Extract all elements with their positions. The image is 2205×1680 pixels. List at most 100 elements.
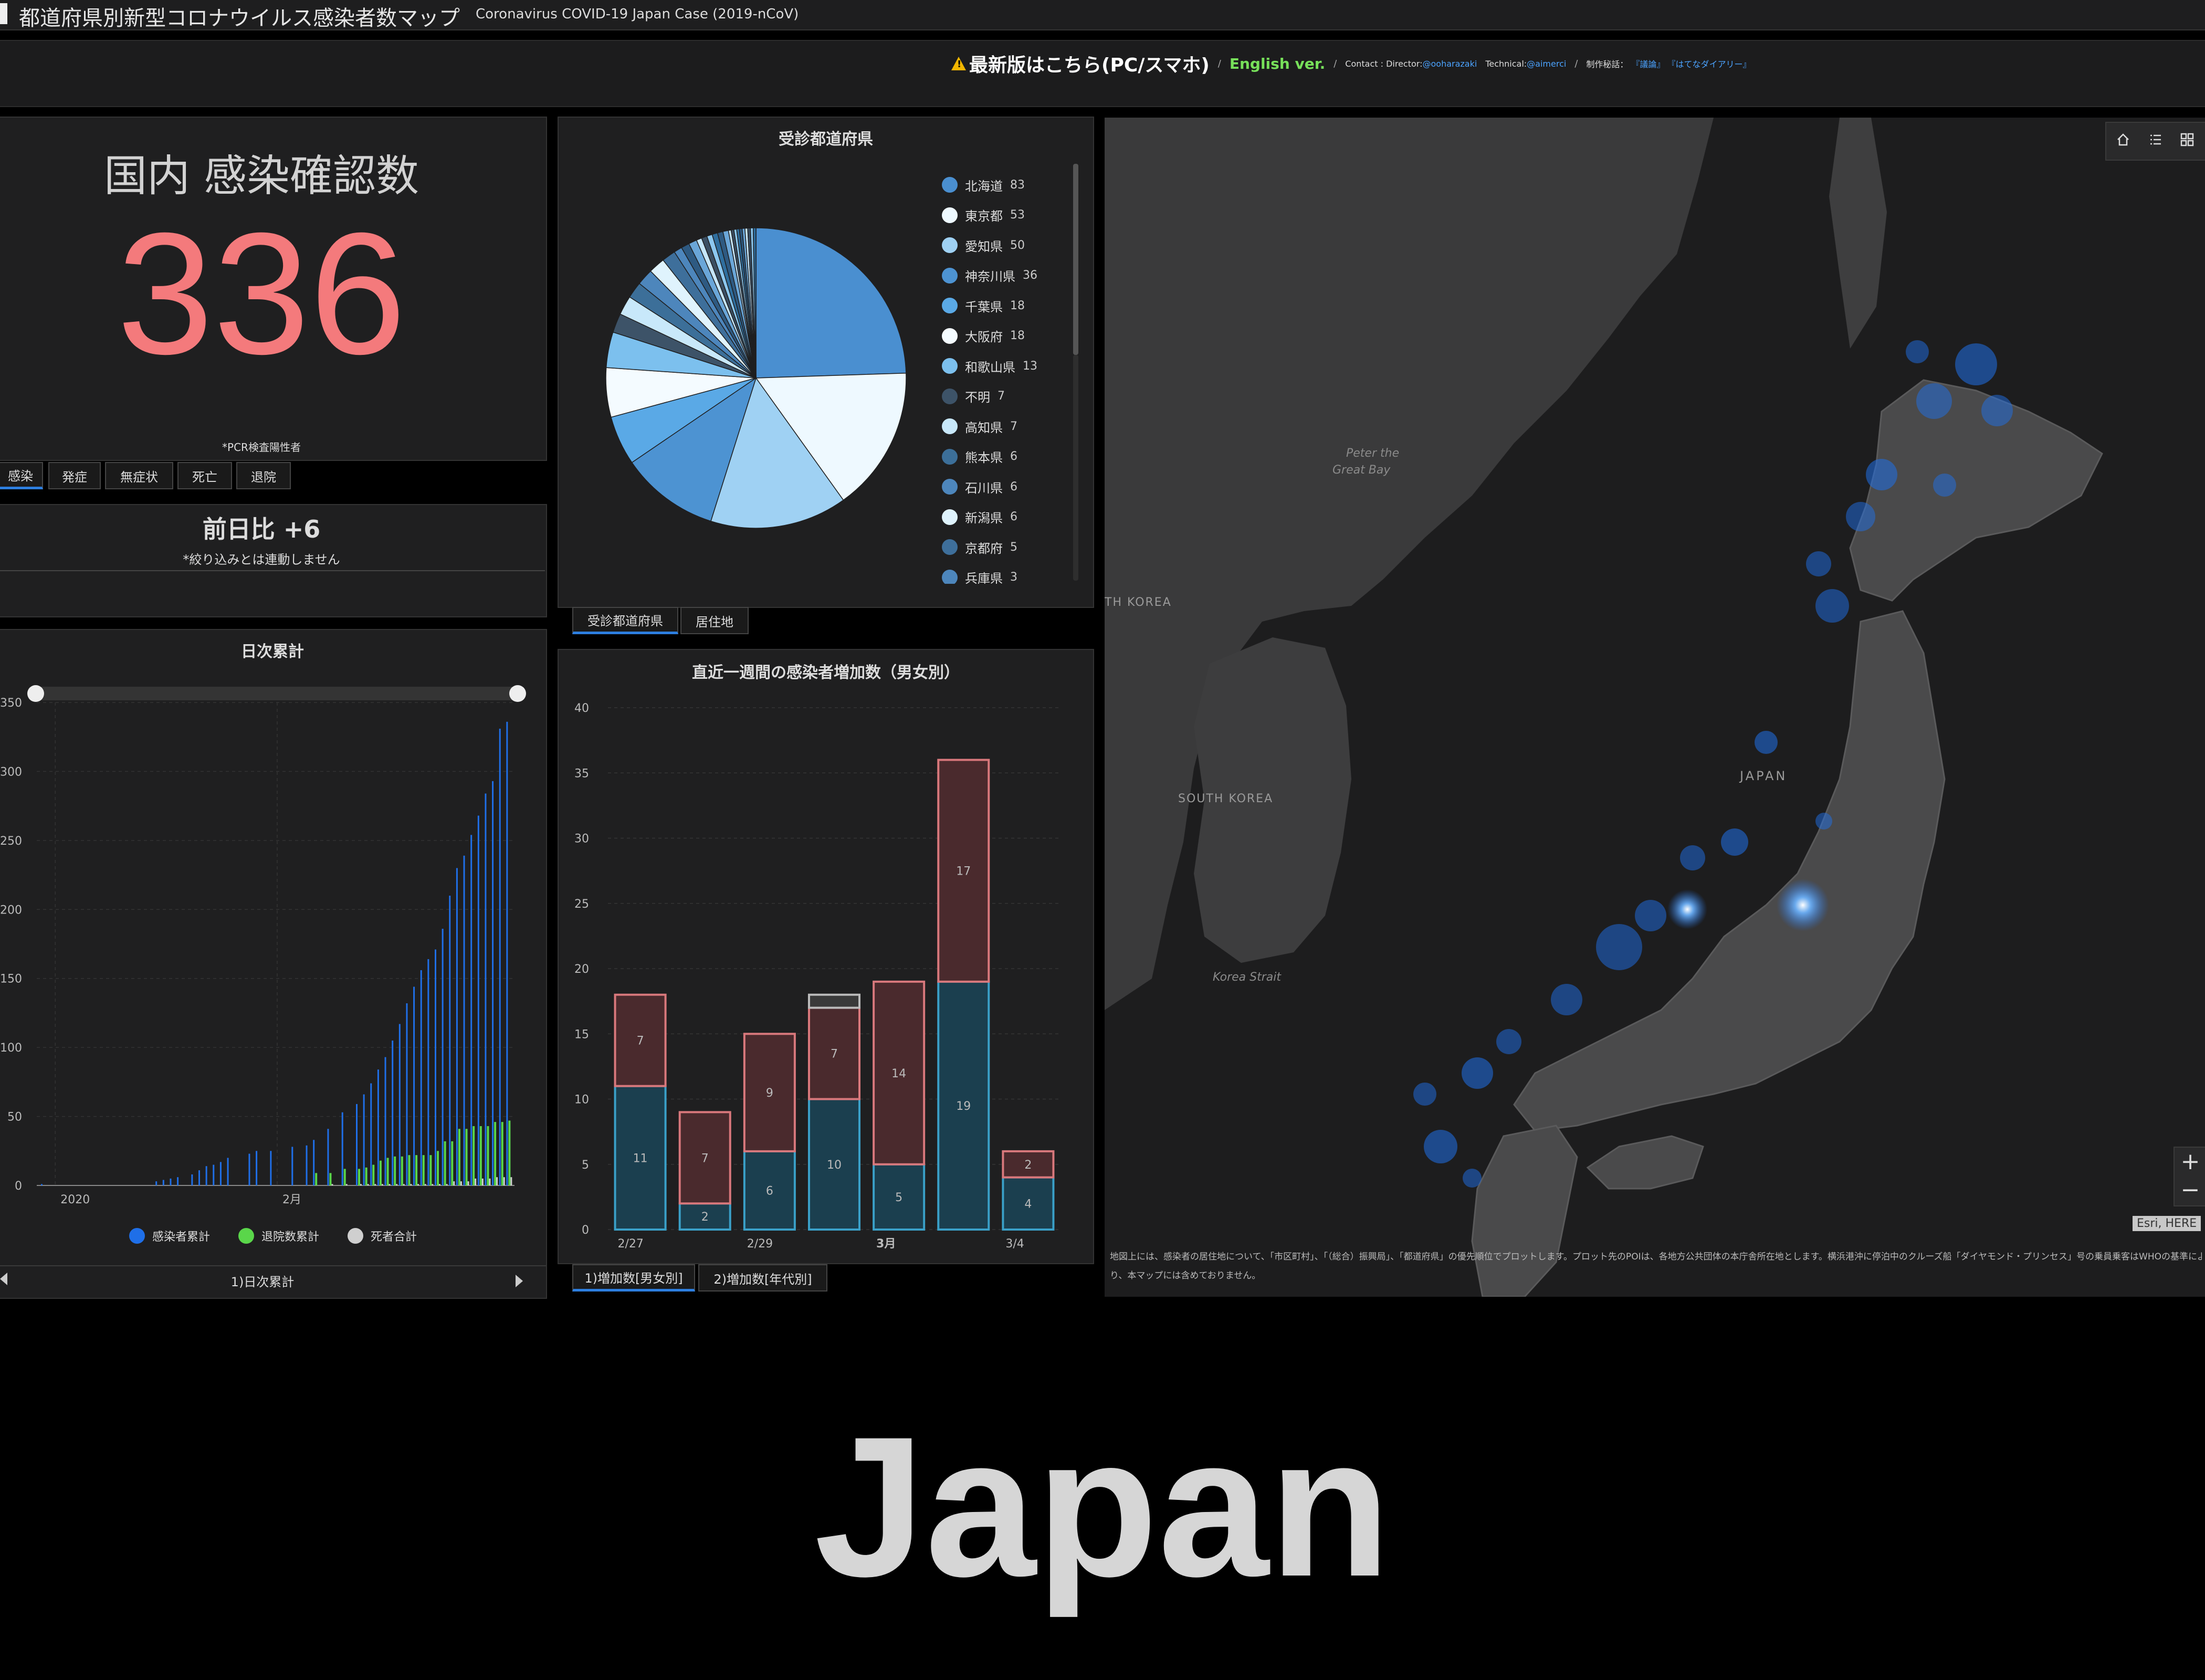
zoom-out-button[interactable]: − — [2175, 1176, 2205, 1204]
infected-cumulative-bar[interactable] — [435, 949, 436, 1185]
deaths-cumulative-bar[interactable] — [417, 1184, 419, 1185]
infected-cumulative-bar[interactable] — [420, 970, 422, 1185]
pie-legend-item[interactable]: 兵庫県 3 — [942, 567, 1017, 584]
tab-deaths[interactable]: 死亡 — [177, 462, 232, 489]
discharged-cumulative-bar[interactable] — [444, 1141, 446, 1185]
making-link-2[interactable]: 『はてなダイアリー』 — [1667, 57, 1751, 70]
deaths-cumulative-bar[interactable] — [388, 1184, 391, 1185]
discharged-cumulative-bar[interactable] — [386, 1158, 389, 1185]
infected-cumulative-bar[interactable] — [313, 1140, 315, 1185]
infected-cumulative-bar[interactable] — [377, 1069, 379, 1185]
range-slider-handle[interactable] — [27, 685, 44, 702]
pie-slice[interactable] — [755, 227, 907, 379]
case-cluster-dot[interactable] — [1551, 984, 1582, 1015]
infected-cumulative-bar[interactable] — [170, 1178, 172, 1185]
case-cluster-dot[interactable] — [1806, 551, 1831, 576]
deaths-cumulative-bar[interactable] — [475, 1178, 477, 1185]
case-cluster-dot[interactable] — [1424, 1130, 1457, 1163]
pie-legend-item[interactable]: 高知県 7 — [942, 416, 1017, 437]
latest-version-link[interactable]: 最新版はこちら(PC/スマホ) — [969, 50, 1210, 77]
deaths-cumulative-bar[interactable] — [446, 1184, 448, 1185]
discharged-cumulative-bar[interactable] — [394, 1156, 396, 1185]
infected-cumulative-bar[interactable] — [213, 1164, 215, 1185]
deaths-cumulative-bar[interactable] — [360, 1184, 362, 1185]
range-slider-track[interactable] — [35, 687, 518, 700]
map-canvas[interactable]: Peter the Great Bay TH KOREA SOUTH KOREA… — [1105, 118, 2205, 1297]
discharged-cumulative-bar[interactable] — [379, 1160, 382, 1185]
deaths-cumulative-bar[interactable] — [503, 1177, 505, 1185]
deaths-cumulative-bar[interactable] — [410, 1184, 412, 1185]
infected-cumulative-bar[interactable] — [485, 793, 487, 1185]
case-cluster-dot[interactable] — [1981, 395, 2013, 426]
deaths-cumulative-bar[interactable] — [467, 1181, 469, 1185]
deaths-cumulative-bar[interactable] — [367, 1184, 369, 1185]
tab-discharged[interactable]: 退院 — [236, 462, 291, 489]
discharged-cumulative-bar[interactable] — [494, 1122, 497, 1185]
infected-cumulative-bar[interactable] — [392, 1041, 394, 1185]
infected-cumulative-bar[interactable] — [406, 1003, 408, 1185]
discharged-cumulative-bar[interactable] — [429, 1155, 432, 1185]
case-cluster-dot[interactable] — [1680, 845, 1705, 870]
case-cluster-dot[interactable] — [1846, 502, 1875, 531]
deaths-cumulative-bar[interactable] — [460, 1181, 462, 1185]
pie-legend-item[interactable]: 北海道 83 — [942, 174, 1025, 195]
legend-deaths-swatch[interactable] — [348, 1228, 363, 1244]
infected-cumulative-bar[interactable] — [191, 1174, 193, 1185]
deaths-cumulative-bar[interactable] — [496, 1177, 498, 1185]
infected-cumulative-bar[interactable] — [363, 1094, 365, 1185]
discharged-cumulative-bar[interactable] — [343, 1169, 346, 1185]
discharged-cumulative-bar[interactable] — [458, 1129, 460, 1185]
tab-clinic-prefecture[interactable]: 受診都道府県 — [572, 607, 678, 634]
tab-increase-by-age[interactable]: 2)増加数[年代別] — [698, 1264, 827, 1292]
english-version-link[interactable]: English ver. — [1230, 55, 1325, 72]
infected-cumulative-bar[interactable] — [306, 1145, 308, 1185]
pie-legend-item[interactable]: 愛知県 50 — [942, 235, 1025, 256]
home-icon[interactable] — [2116, 132, 2130, 147]
infected-cumulative-bar[interactable] — [248, 1153, 250, 1185]
deaths-cumulative-bar[interactable] — [439, 1184, 440, 1185]
tab-increase-by-gender[interactable]: 1)増加数[男女別] — [572, 1264, 695, 1292]
next-arrow-icon[interactable] — [516, 1275, 523, 1287]
deaths-cumulative-bar[interactable] — [331, 1184, 333, 1185]
pie-legend-item[interactable]: 不明 7 — [942, 386, 1005, 407]
tab-residence[interactable]: 居住地 — [680, 607, 749, 634]
infected-cumulative-bar[interactable] — [427, 959, 429, 1185]
pie-legend-item[interactable]: 千葉県 18 — [942, 295, 1025, 316]
infected-cumulative-bar[interactable] — [155, 1181, 158, 1185]
basemap-gallery-icon[interactable] — [2180, 132, 2194, 147]
infected-cumulative-bar[interactable] — [227, 1158, 229, 1185]
case-cluster-dot[interactable] — [1413, 1083, 1436, 1106]
deaths-cumulative-bar[interactable] — [489, 1178, 491, 1185]
infected-cumulative-bar[interactable] — [356, 1104, 358, 1185]
case-cluster-dot[interactable] — [1815, 813, 1832, 830]
case-cluster-dot[interactable] — [1462, 1057, 1493, 1089]
pie-legend-item[interactable]: 京都府 5 — [942, 537, 1017, 558]
discharged-cumulative-bar[interactable] — [415, 1155, 418, 1185]
discharged-cumulative-bar[interactable] — [501, 1122, 503, 1185]
discharged-cumulative-bar[interactable] — [437, 1151, 439, 1185]
infected-cumulative-bar[interactable] — [398, 1024, 401, 1185]
deaths-cumulative-bar[interactable] — [396, 1184, 398, 1185]
tab-infected[interactable]: 感染 — [0, 462, 43, 489]
infected-cumulative-bar[interactable] — [442, 929, 444, 1185]
infected-cumulative-bar[interactable] — [198, 1170, 200, 1185]
legend-infected-label[interactable]: 感染者累計 — [152, 1227, 210, 1244]
legend-scrollbar[interactable] — [1073, 164, 1078, 355]
infected-cumulative-bar[interactable] — [384, 1057, 386, 1185]
tab-asymptomatic[interactable]: 無症状 — [105, 462, 173, 489]
infected-cumulative-bar[interactable] — [506, 721, 508, 1185]
infected-cumulative-bar[interactable] — [270, 1151, 272, 1185]
legend-discharged-swatch[interactable] — [238, 1228, 254, 1244]
discharged-cumulative-bar[interactable] — [422, 1155, 425, 1185]
infected-cumulative-bar[interactable] — [456, 868, 458, 1185]
technical-link[interactable]: @aimerci — [1527, 59, 1566, 69]
infected-cumulative-bar[interactable] — [341, 1112, 343, 1185]
case-cluster-dot[interactable] — [1463, 1169, 1482, 1188]
case-cluster-dot[interactable] — [1667, 889, 1707, 929]
pie-legend-item[interactable]: 和歌山県 13 — [942, 355, 1037, 376]
infected-cumulative-bar[interactable] — [470, 835, 472, 1185]
infected-cumulative-bar[interactable] — [477, 815, 479, 1185]
infected-cumulative-bar[interactable] — [499, 728, 501, 1185]
pie-legend-item[interactable]: 神奈川県 36 — [942, 265, 1037, 286]
legend-infected-swatch[interactable] — [129, 1228, 145, 1244]
